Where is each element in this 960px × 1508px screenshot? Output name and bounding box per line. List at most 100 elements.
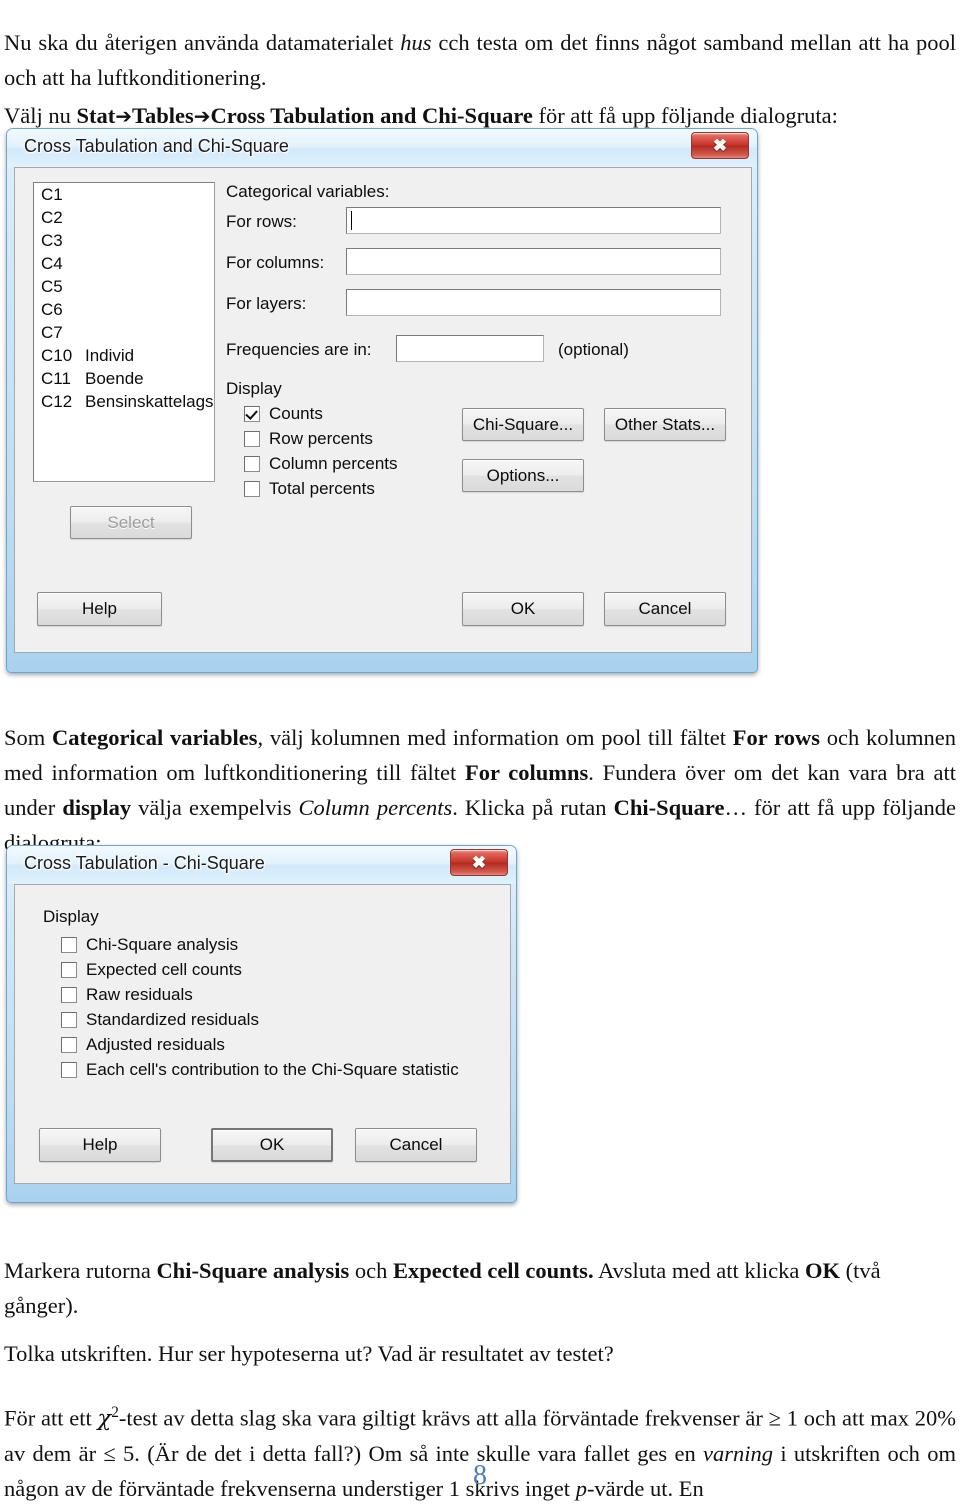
- frequencies-input[interactable]: [396, 335, 544, 362]
- menu-stat-label: Stat: [76, 102, 116, 128]
- checkbox-checked-icon[interactable]: [244, 406, 260, 422]
- list-item[interactable]: C3: [34, 229, 214, 252]
- checkbox-icon[interactable]: [61, 1012, 77, 1028]
- mark-text-1: Markera rutorna: [4, 1257, 157, 1283]
- checkbox-row[interactable]: Chi-Square analysis: [61, 935, 238, 955]
- help-button[interactable]: Help: [39, 1128, 161, 1162]
- for-columns-input[interactable]: [346, 248, 721, 275]
- select-button[interactable]: Select: [70, 506, 192, 539]
- list-item-column: C6: [41, 300, 63, 319]
- checkbox-icon[interactable]: [61, 987, 77, 1003]
- tolka-paragraph: Tolka utskriften. Hur ser hypoteserna ut…: [4, 1340, 614, 1366]
- menu-text-2: för att få upp följande dialogruta:: [532, 102, 838, 128]
- checkbox-row[interactable]: Expected cell counts: [61, 960, 242, 980]
- optional-label: (optional): [558, 340, 629, 359]
- checkbox-row[interactable]: Row percents: [244, 429, 373, 449]
- cat-text-5: välja exempelvis: [131, 794, 299, 820]
- close-glyph: ✖: [471, 852, 487, 872]
- list-item-column: C10: [41, 346, 73, 365]
- checkbox-label: Standardized residuals: [86, 1010, 259, 1029]
- dialog2-title: Cross Tabulation - Chi-Square: [24, 853, 265, 873]
- checkbox-label: Adjusted residuals: [86, 1035, 225, 1054]
- list-item[interactable]: C1: [34, 183, 214, 206]
- menu-crosstab-label: Cross Tabulation and Chi-Square: [210, 102, 533, 128]
- list-item-column: C12: [41, 392, 73, 411]
- cat-bold-categorical-variables: Categorical variables: [52, 724, 258, 750]
- variable-listbox[interactable]: C1 C2 C3 C4 C5 C6 C7 C10 Individ C11 Boende C12 Bens…: [33, 182, 215, 482]
- list-item[interactable]: C5: [34, 275, 214, 298]
- chi-square-button[interactable]: Chi-Square...: [462, 408, 584, 441]
- checkbox-icon[interactable]: [61, 937, 77, 953]
- close-icon[interactable]: ✖: [691, 132, 749, 159]
- list-item[interactable]: C2: [34, 206, 214, 229]
- checkbox-row[interactable]: Column percents: [244, 454, 398, 474]
- cat-bold-chi-square: Chi-Square: [613, 794, 725, 820]
- display-label: Display: [226, 379, 282, 398]
- checkbox-row[interactable]: Counts: [244, 404, 323, 424]
- cancel-button[interactable]: Cancel: [355, 1128, 477, 1162]
- page-number: 8: [473, 1460, 487, 1491]
- checkbox-icon[interactable]: [61, 962, 77, 978]
- cat-text-2: , välj kolumnen med information om pool …: [257, 724, 733, 750]
- checkbox-label: Column percents: [269, 454, 398, 473]
- dialog1-titlebar[interactable]: Cross Tabulation and Chi-Square ✖: [7, 129, 757, 167]
- intro-text-1: Nu ska du återigen använda datamateriale…: [4, 29, 401, 55]
- list-item-name: Bensinskattelags: [85, 392, 214, 411]
- for-columns-label: For columns:: [226, 253, 325, 272]
- menu-tables-label: Tables: [132, 102, 194, 128]
- for-layers-input[interactable]: [346, 289, 721, 316]
- categorical-instructions-paragraph: Som Categorical variables, välj kolumnen…: [4, 720, 956, 860]
- list-item[interactable]: C6: [34, 298, 214, 321]
- text-caret: [351, 211, 352, 230]
- list-item[interactable]: C10 Individ: [34, 344, 214, 367]
- cross-tabulation-chi-square-dialog[interactable]: Cross Tabulation and Chi-Square ✖ C1 C2 C3…: [6, 128, 758, 673]
- options-button[interactable]: Options...: [462, 459, 584, 492]
- dialog2-titlebar[interactable]: Cross Tabulation - Chi-Square ✖: [7, 846, 516, 884]
- checkbox-row[interactable]: Raw residuals: [61, 985, 193, 1005]
- checkbox-label: Total percents: [269, 479, 375, 498]
- checkbox-label: Raw residuals: [86, 985, 193, 1004]
- mark-text-3: Avsluta med att klicka: [593, 1257, 805, 1283]
- arrow-right-icon-2: ➔: [193, 103, 211, 128]
- checkbox-icon[interactable]: [244, 431, 260, 447]
- checkbox-icon[interactable]: [61, 1062, 77, 1078]
- ok-button[interactable]: OK: [462, 592, 584, 626]
- cross-tabulation-chi-square-sub-dialog[interactable]: Cross Tabulation - Chi-Square ✖ Display …: [6, 845, 517, 1203]
- list-item-column: C1: [41, 185, 63, 204]
- checkbox-row[interactable]: Adjusted residuals: [61, 1035, 225, 1055]
- cancel-button[interactable]: Cancel: [604, 592, 726, 626]
- list-item-column: C2: [41, 208, 63, 227]
- other-stats-button[interactable]: Other Stats...: [604, 408, 726, 441]
- intro-paragraph: Nu ska du återigen använda datamateriale…: [4, 25, 956, 95]
- cat-bold-display: display: [62, 794, 132, 820]
- checkbox-label: Each cell's contribution to the Chi-Squa…: [86, 1060, 459, 1079]
- for-rows-label: For rows:: [226, 212, 297, 231]
- checkbox-row[interactable]: Standardized residuals: [61, 1010, 259, 1030]
- chi-exponent: 2: [111, 1403, 119, 1421]
- checkbox-icon[interactable]: [244, 456, 260, 472]
- cat-bold-for-columns: For columns: [464, 759, 589, 785]
- help-button[interactable]: Help: [37, 592, 162, 626]
- document-page: Nu ska du återigen använda datamateriale…: [0, 0, 960, 1508]
- cat-text-6: . Klicka på rutan: [452, 794, 614, 820]
- list-item[interactable]: C7: [34, 321, 214, 344]
- ok-button[interactable]: OK: [211, 1128, 333, 1162]
- list-item[interactable]: C12 Bensinskattelags: [34, 390, 214, 413]
- close-icon[interactable]: ✖: [450, 849, 508, 876]
- mark-bold-ok: OK: [805, 1257, 841, 1283]
- list-item[interactable]: C4: [34, 252, 214, 275]
- checkbox-icon[interactable]: [61, 1037, 77, 1053]
- list-item[interactable]: C11 Boende: [34, 367, 214, 390]
- checkbox-row[interactable]: Total percents: [244, 479, 375, 499]
- for-rows-input[interactable]: [346, 207, 721, 234]
- frequencies-label: Frequencies are in:: [226, 340, 372, 359]
- mark-bold-chi-square-analysis: Chi-Square analysis: [156, 1257, 350, 1283]
- intro-italic-hus: hus: [400, 29, 432, 55]
- list-item-column: C4: [41, 254, 63, 273]
- checkbox-row[interactable]: Each cell's contribution to the Chi-Squa…: [61, 1060, 459, 1080]
- mark-text-2: och: [349, 1257, 393, 1283]
- list-item-name: Boende: [85, 369, 144, 388]
- checkbox-icon[interactable]: [244, 481, 260, 497]
- cat-bold-for-rows: For rows: [732, 724, 820, 750]
- chi-text-1: För att ett: [4, 1405, 98, 1430]
